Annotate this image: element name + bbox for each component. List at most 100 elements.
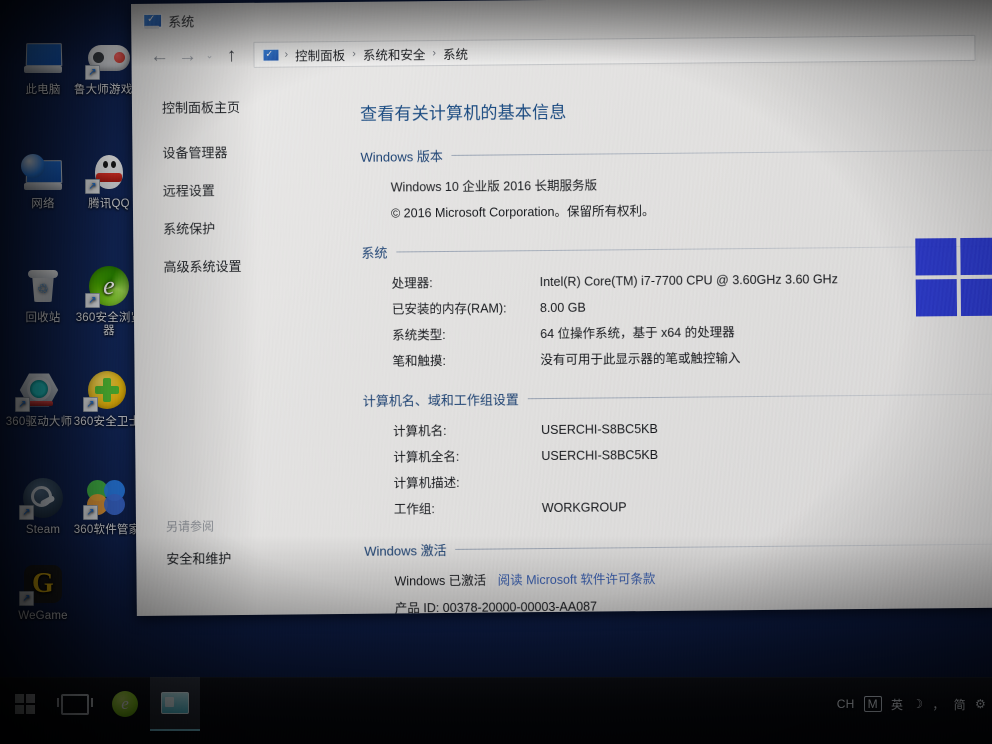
tray-punctuation-mode[interactable]: ， [932, 696, 944, 713]
section-heading: 系统 [361, 237, 992, 262]
table-row: 工作组: WORKGROUP [364, 491, 992, 523]
tray-language-code[interactable]: CH [837, 697, 855, 711]
breadcrumb-separator: › [352, 47, 356, 60]
360-browser-icon: ↗ [85, 264, 132, 308]
section-heading-label: Windows 版本 [360, 149, 443, 165]
recent-locations-chevron-down-icon[interactable]: ⌄ [201, 41, 217, 69]
shortcut-arrow-icon: ↗ [83, 397, 98, 412]
shortcut-arrow-icon: ↗ [19, 591, 34, 606]
start-button[interactable] [0, 678, 50, 730]
content-pane: 查看有关计算机的基本信息 Windows 版本 Windows 10 企业版 2… [359, 66, 992, 615]
tray-simplified-mode[interactable]: 简 [954, 696, 966, 713]
copyright-row: © 2016 Microsoft Corporation。保留所有权利。 [361, 195, 992, 227]
qq-penguin-icon: ↗ [85, 150, 132, 194]
this-pc-icon [20, 36, 66, 80]
desktop-icon-label: 360驱动大师 [5, 416, 73, 428]
copyright-text: © 2016 Microsoft Corporation。保留所有权利。 [390, 203, 655, 221]
task-view-icon [57, 693, 93, 715]
page-title: 查看有关计算机的基本信息 [359, 102, 567, 124]
desktop-icon-360-software-manager[interactable]: ↗ 360软件管家 [70, 476, 144, 537]
see-also-group: 另请参阅 安全和维护 [166, 517, 231, 568]
windows-logo-watermark-icon [915, 237, 992, 317]
activation-status: Windows 已激活 [394, 573, 487, 589]
sidebar-item-advanced-system-settings[interactable]: 高级系统设置 [163, 255, 361, 276]
system-properties-window: ✓ 系统 ← → ⌄ ↑ ✓ › 控制面板 › 系统和安全 › 系统 控制面板主… [131, 0, 992, 616]
sidebar-item-control-panel-home[interactable]: 控制面板主页 [162, 96, 360, 117]
section-rule [455, 543, 992, 550]
sidebar-item-device-manager[interactable]: 设备管理器 [162, 141, 360, 162]
row-key: 计算机描述: [393, 475, 460, 491]
desktop-icon-label: Steam [25, 524, 61, 536]
breadcrumb[interactable]: ✓ › 控制面板 › 系统和安全 › 系统 [253, 34, 976, 68]
desktop-icon-label: 此电脑 [25, 84, 61, 96]
gear-icon[interactable]: ⚙ [975, 697, 986, 711]
desktop-icon-recycle-bin[interactable]: ♲ 回收站 [6, 264, 80, 325]
window-body: 控制面板主页 设备管理器 远程设置 系统保护 高级系统设置 另请参阅 安全和维护… [132, 66, 992, 615]
tray-ime-mode-icon[interactable]: M [863, 696, 882, 712]
breadcrumb-item-control-panel[interactable]: 控制面板 [295, 44, 345, 63]
wegame-icon: ↗ [19, 562, 66, 606]
desktop-icon-label: WeGame [18, 610, 68, 622]
row-key: 笔和触摸: [392, 353, 446, 369]
desktop-icon-label: 网络 [31, 198, 55, 210]
section-heading: Windows 激活 [364, 535, 992, 560]
table-row: 笔和触摸: 没有可用于此显示器的笔或触控输入 [362, 343, 992, 375]
back-button[interactable]: ← [145, 42, 173, 70]
windows-start-icon [15, 694, 35, 714]
section-system: 系统 处理器: Intel(R) Core(TM) i7-7700 CPU @ … [361, 237, 992, 375]
taskbar-item-system-window[interactable] [150, 677, 200, 731]
desktop-icon-label: 360软件管家 [73, 524, 141, 536]
desktop-icon-label: 360安全卫士 [73, 416, 141, 428]
sidebar-item-remote-settings[interactable]: 远程设置 [163, 179, 361, 200]
section-heading: 计算机名、域和工作组设置 [363, 385, 992, 410]
breadcrumb-item-system-and-security[interactable]: 系统和安全 [363, 44, 426, 64]
row-key: 计算机全名: [393, 449, 460, 465]
shortcut-arrow-icon: ↗ [85, 293, 100, 308]
row-key: 工作组: [393, 502, 435, 517]
gamepad-icon: ↗ [85, 36, 132, 80]
window-title: 系统 [168, 13, 195, 30]
desktop-icon-360-guard[interactable]: ↗ 360安全卫士 [70, 368, 144, 429]
desktop-icon-steam[interactable]: ↗ Steam [6, 476, 80, 537]
system-tray: CH M 英 ☽ ， 简 ⚙ [837, 684, 986, 724]
360-browser-icon [112, 691, 138, 717]
taskbar: CH M 英 ☽ ， 简 ⚙ [0, 677, 992, 744]
task-view-button[interactable] [50, 678, 100, 730]
forward-button[interactable]: → [173, 41, 201, 69]
license-terms-link[interactable]: 阅读 Microsoft 软件许可条款 [498, 572, 656, 588]
360-software-manager-icon: ↗ [83, 476, 130, 520]
desktop-icon-network[interactable]: 网络 [6, 150, 80, 211]
taskbar-buttons [0, 677, 200, 731]
section-computer-name: 计算机名、域和工作组设置 计算机名: USERCHI-S8BC5KB 计算机全名… [363, 385, 992, 523]
sidebar-item-system-protection[interactable]: 系统保护 [163, 217, 361, 238]
360-guard-icon: ↗ [83, 368, 130, 412]
section-rule [527, 393, 992, 400]
shortcut-arrow-icon: ↗ [85, 179, 100, 194]
row-key: 系统类型: [392, 327, 446, 343]
sidebar: 控制面板主页 设备管理器 远程设置 系统保护 高级系统设置 另请参阅 安全和维护 [132, 72, 365, 614]
taskbar-item-360-browser[interactable] [100, 678, 150, 730]
up-button[interactable]: ↑ [217, 41, 245, 69]
row-key: 处理器: [391, 276, 433, 291]
section-rule [451, 149, 992, 156]
desktop-icon-wegame[interactable]: ↗ WeGame [6, 562, 80, 623]
control-panel-icon: ✓ [262, 48, 280, 62]
moon-icon[interactable]: ☽ [912, 697, 923, 711]
section-heading-label: Windows 激活 [364, 542, 447, 559]
recycle-bin-icon: ♲ [20, 264, 66, 308]
desktop-icon-360-driver[interactable]: ↗ 360驱动大师 [2, 368, 76, 429]
desktop-icon-this-pc[interactable]: 此电脑 [6, 36, 80, 97]
system-properties-icon [161, 692, 189, 714]
desktop-icon-label: 回收站 [25, 312, 61, 324]
row-key: 已安装的内存(RAM): [391, 301, 507, 317]
see-also-item-security-and-maintenance[interactable]: 安全和维护 [166, 548, 231, 568]
desktop: 此电脑 ↗ 鲁大师游戏库 网络 ↗ 腾讯QQ ♲ 回收站 e ↗ 360安全浏览… [0, 0, 992, 744]
row-value: 没有可用于此显示器的笔或触控输入 [540, 351, 741, 368]
row-value: WORKGROUP [541, 500, 627, 516]
shortcut-arrow-icon: ↗ [83, 505, 98, 520]
section-heading-label: 计算机名、域和工作组设置 [362, 392, 519, 409]
shortcut-arrow-icon: ↗ [15, 397, 30, 412]
tray-ime-english[interactable]: 英 [891, 696, 903, 713]
breadcrumb-item-system[interactable]: 系统 [443, 43, 468, 62]
breadcrumb-separator: › [284, 48, 289, 61]
